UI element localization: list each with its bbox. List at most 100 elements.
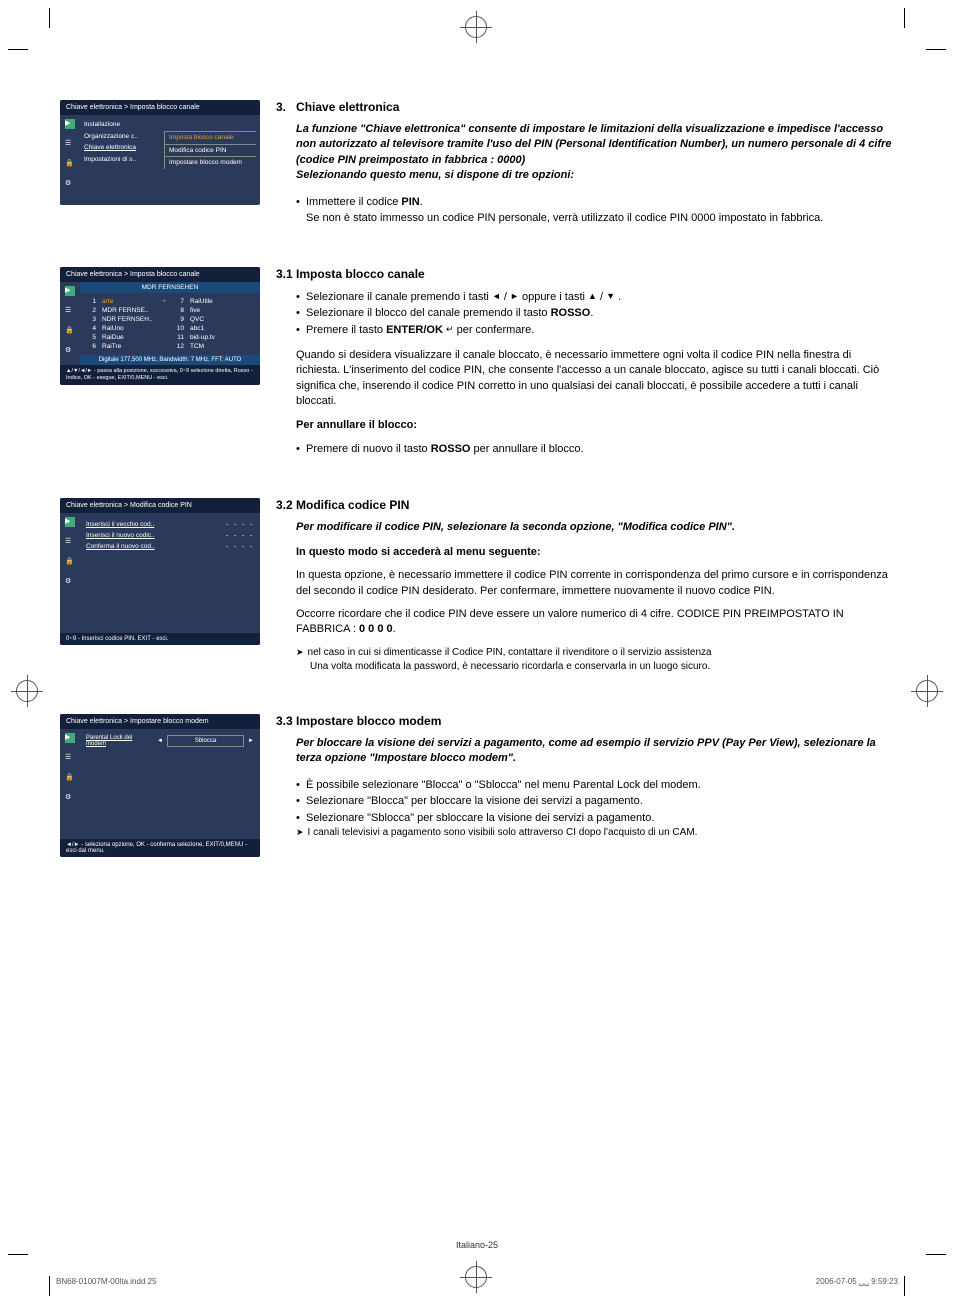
bullet-list: Immettere il codice PIN. Se non è stato … [276, 194, 894, 227]
crop-mark [926, 49, 946, 50]
flag-icon: ▶ [65, 733, 75, 743]
paragraph: In questa opzione, è necessario immetter… [276, 568, 894, 599]
ch-num: 9 [174, 316, 184, 323]
tune-icon: ☰ [65, 753, 75, 763]
text-bold: 0 0 0 0 [359, 623, 393, 635]
tune-icon: ☰ [65, 306, 75, 316]
subheading: In questo modo si accederà al menu segue… [276, 545, 894, 560]
heading-number: 3. [276, 100, 286, 114]
osd-icon-column: ▶ ☰ 🔒 ⚙ [60, 282, 80, 365]
print-date: 2006-07-05 ␣␣ 9:59:23 [816, 1277, 898, 1286]
crop-mark [926, 1254, 946, 1255]
bullet-item: Premere di nuovo il tasto ROSSO per annu… [296, 441, 894, 458]
bullet-item: Immettere il codice PIN. Se non è stato … [296, 194, 894, 227]
pin-label: Inserisci il vecchio cod.. [86, 521, 154, 528]
ch-num: 3 [86, 316, 96, 323]
modem-row: Parental Lock del modem ◄ Sblocca ► [80, 729, 260, 753]
ch-name: RaiDue [102, 334, 124, 341]
ch-name: RaiUtile [190, 298, 213, 305]
paragraph: Occorre ricordare che il codice PIN deve… [276, 607, 894, 638]
ch-name: five [190, 307, 200, 314]
note-arrow-icon: ➤ [296, 646, 308, 660]
section-heading: 3.1 Imposta blocco canale [276, 267, 894, 281]
ch-name: MDR FERNSE.. [102, 307, 149, 314]
section-heading: 3. Chiave elettronica [276, 100, 894, 114]
gear-icon: ⚙ [65, 793, 75, 803]
right-arrow-icon: ► [510, 290, 519, 304]
modem-value: Sblocca [167, 735, 244, 747]
bullet-item: Selezionare il canale premendo i tasti ◄… [296, 289, 894, 306]
channel-footer: Digitale 177,500 MHz, Bandwidth: 7 MHz, … [80, 355, 260, 365]
heading-text: Chiave elettronica [296, 100, 399, 114]
crop-mark [8, 49, 28, 50]
osd-icon-column: ▶ ☰ 🔒 ⚙ [60, 513, 80, 613]
ch-num: 5 [86, 334, 96, 341]
page-content: Chiave elettronica > Imposta blocco cana… [60, 100, 894, 897]
ch-num: 4 [86, 325, 96, 332]
lock-icon: 🔒 [65, 773, 75, 783]
section-31-row: Chiave elettronica > Imposta blocco cana… [60, 267, 894, 458]
right-arrow-icon: ► [248, 738, 254, 744]
ch-num: 10 [174, 325, 184, 332]
ch-name: RaiTre [102, 343, 121, 350]
bullet-list: Selezionare il canale premendo i tasti ◄… [276, 289, 894, 339]
osd-breadcrumb: Chiave elettronica > Imposta blocco cana… [60, 100, 260, 115]
section-3-content: 3. Chiave elettronica La funzione "Chiav… [276, 100, 894, 227]
print-file: BN68-01007M-00Ita.indd 25 [56, 1277, 157, 1286]
left-arrow-icon: ◄ [157, 738, 163, 744]
channel-col-left: 1arte+ 2MDR FERNSE.. 3NDR FERNSEH.. 4Rai… [86, 297, 166, 351]
flag-icon: ▶ [65, 286, 75, 296]
ch-name: arte [102, 298, 113, 305]
ch-num: 11 [174, 334, 184, 341]
gear-icon: ⚙ [65, 346, 75, 356]
lock-icon: 🔒 [65, 326, 75, 336]
down-arrow-icon: ▼ [606, 290, 615, 304]
osd-left-menu: Installazione Organizzazione c.. Chiave … [80, 115, 160, 205]
tune-icon: ☰ [65, 537, 75, 547]
ch-name: abc1 [190, 325, 204, 332]
section-heading: 3.3 Impostare blocco modem [276, 714, 894, 728]
text: . [615, 291, 621, 303]
text: Immettere il codice [306, 196, 401, 208]
crop-mark [49, 1276, 50, 1296]
section-3-row: Chiave elettronica > Imposta blocco cana… [60, 100, 894, 227]
menu-sub-item: Modifica codice PIN [164, 144, 256, 157]
osd-breadcrumb: Chiave elettronica > Impostare blocco mo… [60, 714, 260, 729]
menu-item: Organizzazione c.. [80, 131, 160, 143]
text-bold: ENTER/OK [386, 324, 443, 336]
section-32-row: Chiave elettronica > Modifica codice PIN… [60, 498, 894, 674]
section-33-content: 3.3 Impostare blocco modem Per bloccare … [276, 714, 894, 840]
text: per annullare il blocco. [470, 443, 583, 455]
osd-icon-column: ▶ ☰ 🔒 ⚙ [60, 729, 80, 819]
subheading: Per annullare il blocco: [276, 418, 894, 433]
text: oppure i tasti [519, 291, 588, 303]
ch-num: 8 [174, 307, 184, 314]
registration-target-icon [916, 680, 938, 702]
section-31-content: 3.1 Imposta blocco canale Selezionare il… [276, 267, 894, 458]
bullet-item: Premere il tasto ENTER/OK ↵ per conferma… [296, 322, 894, 339]
menu-sub-item: Imposta blocco canale [164, 131, 256, 144]
up-arrow-icon: ▲ [588, 290, 597, 304]
ch-num: 6 [86, 343, 96, 350]
pin-footer: 0~9 - Inserisci codice PIN. EXIT - esci. [60, 633, 260, 645]
section-intro: Per modificare il codice PIN, selezionar… [276, 520, 894, 535]
osd-right-menu: Imposta blocco canale Modifica codice PI… [160, 115, 260, 205]
bullet-list: È possibile selezionare "Blocca" o "Sblo… [276, 777, 894, 827]
ch-num: 2 [86, 307, 96, 314]
page-number: Italiano-25 [0, 1240, 954, 1250]
crop-mark [49, 8, 50, 28]
menu-item-active: Chiave elettronica [80, 142, 160, 154]
text: . [420, 196, 423, 208]
ch-name: NDR FERNSEH.. [102, 316, 153, 323]
osd-breadcrumb: Chiave elettronica > Modifica codice PIN [60, 498, 260, 513]
pin-label: Conferma il nuovo cod.. [86, 543, 155, 550]
pin-value: - - - - [226, 532, 254, 539]
text: Selezionare il canale premendo i tasti [306, 291, 492, 303]
text: . [590, 307, 593, 319]
text: Premere il tasto [306, 324, 386, 336]
paragraph: Quando si desidera visualizzare il canal… [276, 348, 894, 410]
pin-label: Inserisci il nuovo codic.. [86, 532, 155, 539]
section-33-row: Chiave elettronica > Impostare blocco mo… [60, 714, 894, 857]
lock-icon: 🔒 [65, 557, 75, 567]
lock-icon: 🔒 [65, 159, 75, 169]
